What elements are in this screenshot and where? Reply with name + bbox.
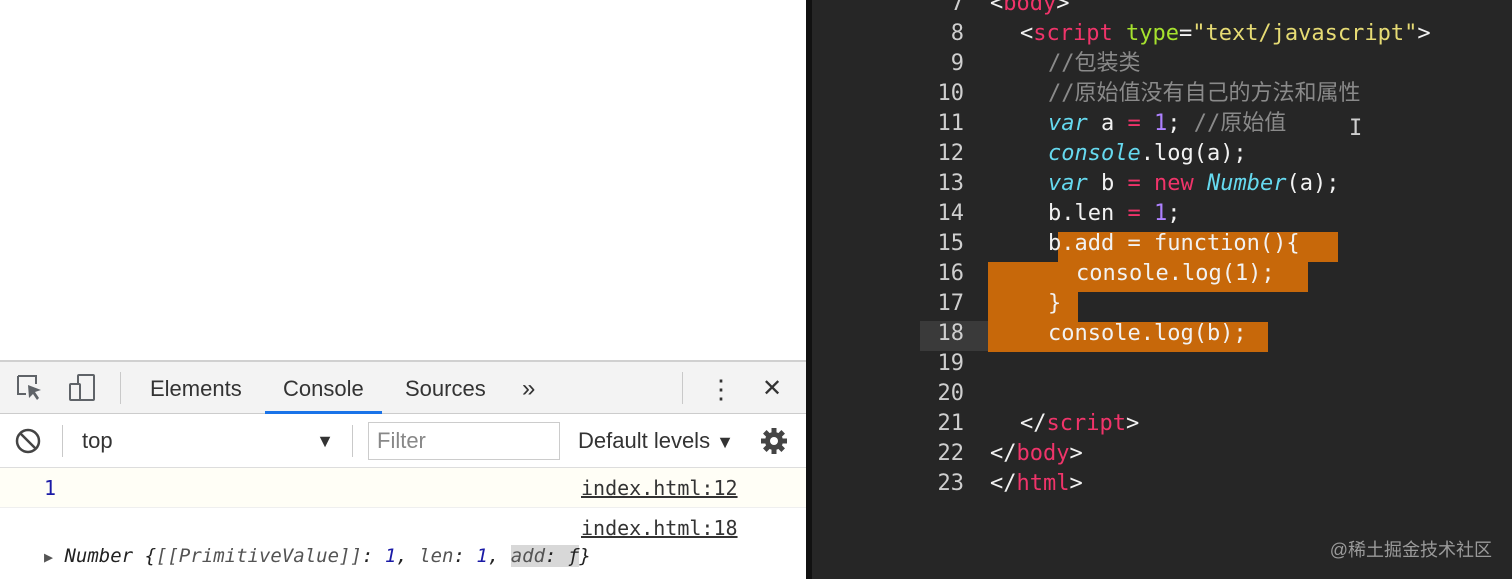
line-number: 13 (937, 171, 965, 196)
object-key: [[PrimitiveValue]] (156, 545, 362, 567)
expand-triangle-icon[interactable]: ▶ (44, 548, 53, 566)
console-filter-input[interactable] (368, 422, 560, 460)
comma: , (396, 545, 420, 567)
line-number: 18 (937, 321, 965, 346)
code-line: var a = 1; //原始值 (1048, 111, 1287, 136)
devtools-tabbar: Elements Console Sources » ⋮ ✕ (0, 362, 806, 414)
console-message: 1 index.html:12 (0, 468, 806, 508)
toolbar-separator (352, 425, 353, 457)
devtools-menu-button[interactable]: ⋮ (700, 362, 742, 414)
code-comment: //原始值没有自己的方法和属性 (1048, 81, 1361, 106)
watermark: @稀土掘金技术社区 (1329, 540, 1492, 560)
text-cursor-icon: I (1349, 116, 1363, 141)
tabbar-separator (682, 372, 683, 404)
devtools-panel: Elements Console Sources » ⋮ ✕ top ▼ Fil… (0, 360, 806, 579)
code-line: </html> (990, 471, 1083, 496)
code-line: console.log(a); (1048, 141, 1247, 166)
tab-console[interactable]: Console (265, 362, 382, 414)
tab-sources[interactable]: Sources (387, 362, 504, 414)
chevron-down-icon: ▼ (316, 431, 334, 451)
line-number: 8 (950, 21, 964, 46)
object-value: 1 (384, 545, 397, 567)
selection-highlight (988, 292, 1078, 322)
comma: , (487, 545, 511, 567)
tabbar-separator (120, 372, 121, 404)
object-value: ƒ (567, 545, 580, 567)
brace: } (579, 545, 591, 567)
line-number: 19 (937, 351, 965, 376)
code-line: } (1048, 291, 1062, 316)
object-value: 1 (476, 545, 488, 567)
device-toolbar-icon[interactable] (66, 372, 98, 404)
inspect-element-icon[interactable] (14, 372, 46, 404)
log-levels-select[interactable]: Default levels ▼ (578, 423, 734, 459)
line-number: 12 (937, 141, 965, 166)
toolbar-separator (62, 425, 63, 457)
console-message: index.html:18 ▶ Number {[[PrimitiveValue… (0, 508, 806, 579)
line-number: 11 (937, 111, 965, 136)
line-number: 22 (937, 441, 965, 466)
log-value: 1 (44, 476, 57, 500)
object-key: len (419, 545, 454, 567)
page-viewport[interactable] (0, 0, 806, 360)
highlighted-property: add: ƒ (510, 545, 580, 567)
source-link[interactable]: index.html:18 (581, 516, 738, 540)
code-line: b.add = function(){ (1048, 231, 1300, 256)
line-number: 14 (937, 201, 965, 226)
code-line: <script type="text/javascript"> (1020, 21, 1431, 46)
code-line: </body> (990, 441, 1083, 466)
line-number: 9 (950, 51, 964, 76)
object-type: Number (64, 545, 134, 567)
tab-elements[interactable]: Elements (132, 362, 260, 414)
line-number: 17 (937, 291, 965, 316)
code-line: var b = new Number(a); (1048, 171, 1340, 196)
line-number: 15 (937, 231, 965, 256)
code-line: </script> (1020, 411, 1140, 436)
code-line: console.log(1); (1076, 261, 1275, 286)
code-line: console.log(b); (1048, 321, 1247, 346)
levels-value: Default levels (578, 428, 711, 453)
line-number: 23 (937, 471, 965, 496)
line-number: 7 (950, 0, 964, 16)
execution-context-select[interactable]: top ▼ (68, 423, 340, 459)
line-number: 10 (937, 81, 965, 106)
colon: : (361, 545, 385, 567)
code-comment: //包装类 (1048, 51, 1141, 76)
more-tabs-button[interactable]: » (504, 362, 553, 414)
object-key: add (510, 545, 546, 567)
code-line: <body> (990, 0, 1070, 16)
source-link[interactable]: index.html:12 (581, 476, 738, 500)
line-number: 16 (937, 261, 965, 286)
brace: { (133, 545, 157, 567)
browser-window: Elements Console Sources » ⋮ ✕ top ▼ Fil… (0, 0, 806, 579)
context-value: top (82, 428, 113, 453)
object-preview[interactable]: ▶ Number {[[PrimitiveValue]]: 1, len: 1,… (44, 545, 591, 567)
console-toolbar: top ▼ Default levels▼ (0, 414, 806, 468)
colon: : (545, 545, 568, 567)
line-number: 21 (937, 411, 965, 436)
chevron-down-icon: ▼ (716, 432, 734, 452)
code-line: b.len = 1; (1048, 201, 1181, 226)
close-devtools-button[interactable]: ✕ (754, 362, 790, 414)
settings-gear-icon[interactable] (758, 425, 790, 457)
line-number: 20 (937, 381, 965, 406)
colon: : (453, 545, 477, 567)
code-editor[interactable]: 7 8 9 10 11 12 13 14 15 16 17 18 19 20 2… (812, 0, 1512, 579)
clear-console-icon[interactable] (12, 425, 44, 457)
